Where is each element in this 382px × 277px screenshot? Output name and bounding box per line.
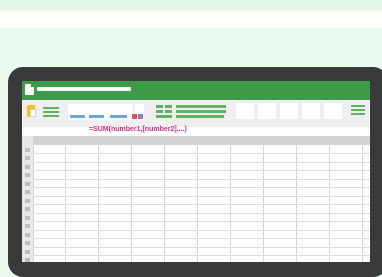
row-divider [33,247,370,248]
row-divider [33,255,370,256]
row-divider [33,153,370,154]
cell-styles-bar[interactable] [176,115,224,118]
spreadsheet-window: =SUM(number1,[number2],...) [22,81,370,262]
formula-text: =SUM(number1,[number2],...) [89,126,187,133]
number-format-bar[interactable] [176,105,226,108]
formula-bar[interactable] [22,127,370,136]
row-marker [25,165,30,169]
find-button[interactable] [324,103,342,119]
document-title-placeholder [37,87,131,91]
column-divider [33,136,34,262]
spreadsheet-grid[interactable] [22,136,370,262]
bold-underline-icon[interactable] [70,115,85,118]
column-divider [131,136,132,262]
font-color-icon[interactable] [138,114,143,119]
row-divider [33,187,370,188]
column-divider [164,136,165,262]
row-marker [25,224,30,228]
row-marker [25,216,30,220]
column-divider [362,136,363,262]
top-band [0,0,382,10]
delete-button[interactable] [258,103,276,119]
header-bar [0,11,382,28]
row-marker [25,148,30,152]
hamburger-menu-icon[interactable] [351,105,365,117]
row-marker [25,250,30,254]
column-divider [230,136,231,262]
row-marker [25,173,30,177]
column-divider [329,136,330,262]
row-marker [25,190,30,194]
conditional-format-bar[interactable] [176,110,226,113]
row-divider [33,204,370,205]
column-divider [197,136,198,262]
row-marker [25,182,30,186]
column-header-row [22,136,370,145]
sort-button[interactable] [302,103,320,119]
fill-color-icon[interactable] [132,114,137,119]
row-marker [25,233,30,237]
italic-underline-icon[interactable] [89,115,104,118]
row-divider [33,238,370,239]
row-marker [25,258,30,262]
row-marker [25,241,30,245]
row-marker [25,199,30,203]
format-list-icon[interactable] [43,107,59,119]
insert-button[interactable] [236,103,254,119]
row-divider [33,213,370,214]
column-divider [98,136,99,262]
clipboard-paste-icon[interactable] [27,105,36,117]
row-marker [25,207,30,211]
row-divider [33,230,370,231]
row-divider [33,196,370,197]
title-bar [22,81,370,100]
column-divider [263,136,264,262]
format-button[interactable] [280,103,298,119]
row-divider [33,170,370,171]
column-divider [296,136,297,262]
row-divider [33,179,370,180]
row-divider [33,221,370,222]
spreadsheet-app-icon [25,84,34,95]
underline-icon[interactable] [110,115,127,118]
ribbon-toolbar [22,100,370,127]
column-divider [65,136,66,262]
row-marker [25,156,30,160]
alignment-grid-icon[interactable] [156,105,172,119]
row-divider [33,162,370,163]
